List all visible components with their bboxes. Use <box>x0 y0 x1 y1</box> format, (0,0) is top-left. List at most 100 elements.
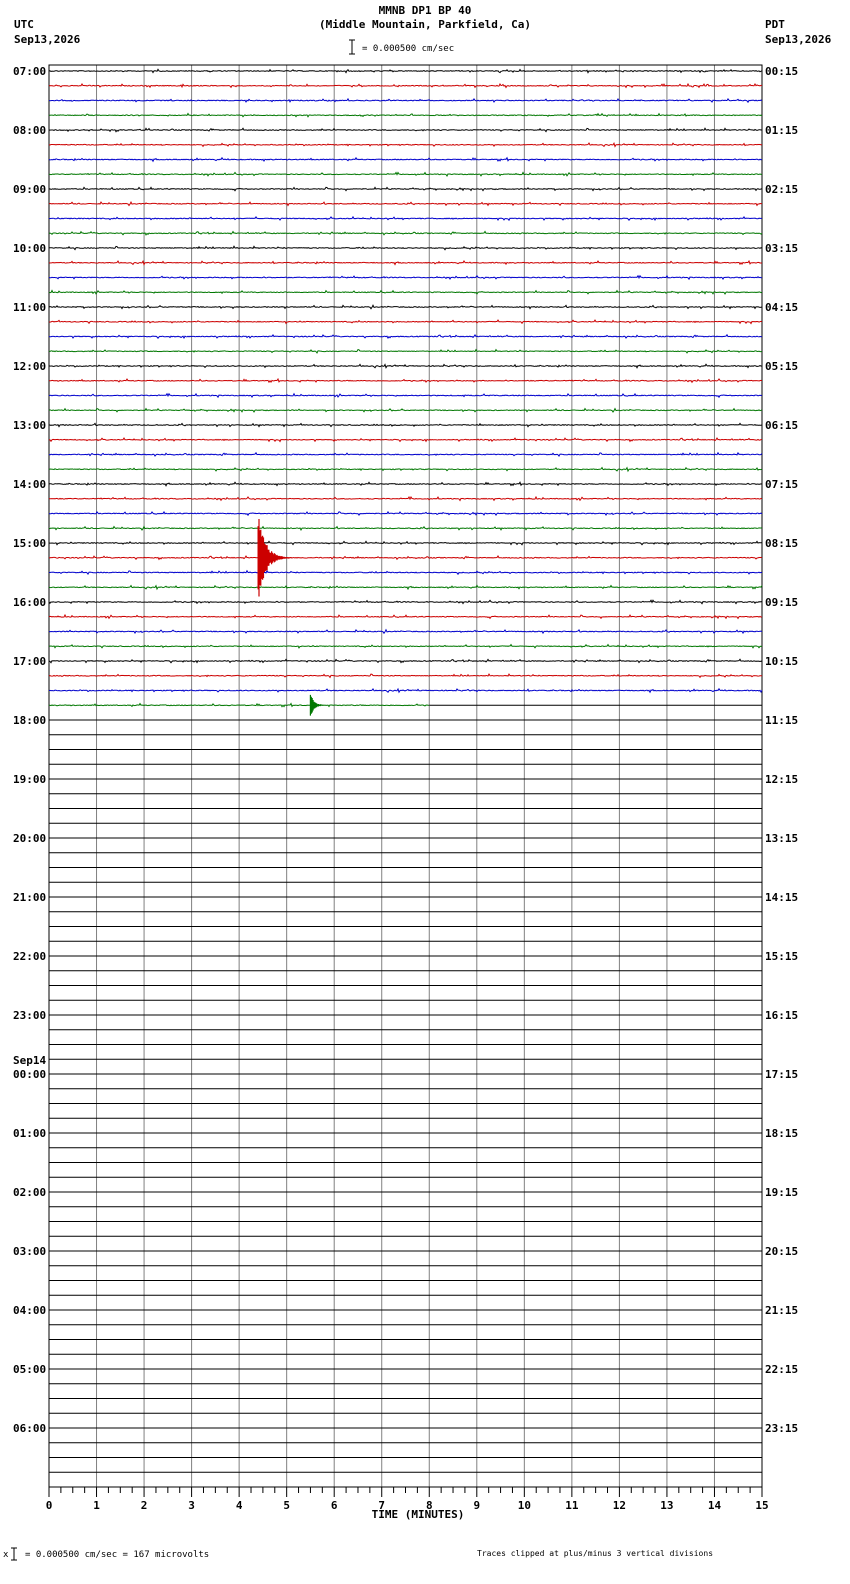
seismic-trace <box>48 673 763 679</box>
pdt-hour-label: 11:15 <box>765 714 798 727</box>
utc-hour-label: 03:00 <box>13 1245 46 1258</box>
x-tick-label: 4 <box>236 1499 243 1512</box>
seismic-trace <box>48 628 763 635</box>
utc-hour-label: 07:00 <box>13 65 46 78</box>
seismic-trace <box>49 569 763 576</box>
pdt-hour-label: 03:15 <box>765 242 798 255</box>
pdt-hour-label: 16:15 <box>765 1009 798 1022</box>
utc-hour-label: 09:00 <box>13 183 46 196</box>
x-tick-label: 14 <box>708 1499 722 1512</box>
utc-hour-label: 04:00 <box>13 1304 46 1317</box>
seismic-trace <box>48 407 763 413</box>
seismic-trace <box>48 613 763 620</box>
utc-hour-label: 23:00 <box>13 1009 46 1022</box>
seismic-trace <box>48 377 763 384</box>
x-tick-label: 15 <box>755 1499 768 1512</box>
seismic-trace <box>48 156 763 163</box>
pdt-hour-label: 07:15 <box>765 478 798 491</box>
seismic-trace <box>48 525 763 531</box>
pdt-hour-label: 21:15 <box>765 1304 798 1317</box>
seismic-trace <box>48 584 763 591</box>
seismic-trace <box>48 451 763 458</box>
seismic-trace <box>48 540 762 546</box>
x-tick-label: 8 <box>426 1499 433 1512</box>
seismic-trace <box>48 495 763 502</box>
x-tick-label: 10 <box>518 1499 531 1512</box>
utc-hour-label: 13:00 <box>13 419 46 432</box>
pdt-hour-label: 14:15 <box>765 891 798 904</box>
seismic-trace <box>48 392 763 399</box>
utc-hour-label: 15:00 <box>13 537 46 550</box>
pdt-hour-label: 00:15 <box>765 65 798 78</box>
x-tick-label: 1 <box>93 1499 100 1512</box>
seismic-trace <box>48 289 763 295</box>
seismic-trace <box>48 319 763 325</box>
seismic-trace <box>48 97 763 104</box>
seismic-trace <box>48 304 763 310</box>
seismic-trace <box>48 599 763 605</box>
x-tick-label: 13 <box>660 1499 673 1512</box>
x-tick-label: 12 <box>613 1499 626 1512</box>
seismic-trace <box>48 687 763 694</box>
footer-scale-bar-icon <box>11 1547 17 1561</box>
pdt-hour-label: 09:15 <box>765 596 798 609</box>
seismic-trace <box>48 200 763 207</box>
utc-hour-label: 22:00 <box>13 950 46 963</box>
utc-hour-label: 08:00 <box>13 124 46 137</box>
utc-hour-label: 17:00 <box>13 655 46 668</box>
seismic-event <box>309 694 327 716</box>
pdt-hour-label: 06:15 <box>765 419 798 432</box>
seismic-trace <box>48 141 763 148</box>
plot-frame <box>48 64 763 1488</box>
utc-hour-label: 05:00 <box>13 1363 46 1376</box>
seismic-trace <box>49 363 763 369</box>
utc-hour-label: 19:00 <box>13 773 46 786</box>
pdt-hour-label: 19:15 <box>765 1186 798 1199</box>
pdt-hour-label: 17:15 <box>765 1068 798 1081</box>
helicorder-plot: 07:00 08:00 09:00 10:00 11:00 12:00 13:00 14:00… <box>11 39 798 1561</box>
scale-bar-icon <box>349 39 355 55</box>
seismic-trace <box>48 171 763 178</box>
pdt-hour-label: 08:15 <box>765 537 798 550</box>
seismic-trace <box>48 274 762 281</box>
utc-hour-label: 20:00 <box>13 832 46 845</box>
utc-hour-label: 10:00 <box>13 242 46 255</box>
x-tick-label: 6 <box>331 1499 338 1512</box>
pdt-hour-label: 04:15 <box>765 301 798 314</box>
seismic-trace <box>48 230 763 236</box>
seismic-trace <box>48 215 763 222</box>
seismic-trace <box>48 245 763 251</box>
pdt-hour-label: 18:15 <box>765 1127 798 1140</box>
date-change-label: Sep14 <box>13 1054 46 1067</box>
seismic-trace <box>49 422 763 428</box>
pdt-hour-label: 20:15 <box>765 1245 798 1258</box>
pdt-hour-label: 23:15 <box>765 1422 798 1435</box>
seismic-trace <box>48 555 763 561</box>
utc-hour-label: 16:00 <box>13 596 46 609</box>
seismic-trace <box>49 112 763 118</box>
pdt-hour-label: 15:15 <box>765 950 798 963</box>
seismic-trace <box>48 437 763 443</box>
seismic-trace <box>48 127 763 133</box>
x-tick-label: 2 <box>141 1499 148 1512</box>
seismic-event <box>257 519 303 597</box>
utc-hour-label: 21:00 <box>13 891 46 904</box>
seismic-trace <box>48 510 763 517</box>
pdt-hour-label: 01:15 <box>765 124 798 137</box>
pdt-hour-label: 12:15 <box>765 773 798 786</box>
seismic-trace <box>48 348 762 354</box>
x-tick-label: 7 <box>378 1499 385 1512</box>
utc-hour-label: 01:00 <box>13 1127 46 1140</box>
pdt-hour-label: 05:15 <box>765 360 798 373</box>
x-tick-label: 0 <box>46 1499 53 1512</box>
seismic-trace <box>48 466 763 473</box>
x-tick-label: 9 <box>473 1499 480 1512</box>
utc-hour-label: 11:00 <box>13 301 46 314</box>
utc-hour-label: 14:00 <box>13 478 46 491</box>
seismic-trace <box>48 68 763 74</box>
seismic-trace <box>48 186 763 192</box>
utc-hour-label: 06:00 <box>13 1422 46 1435</box>
x-tick-label: 11 <box>565 1499 579 1512</box>
pdt-hour-label: 02:15 <box>765 183 798 196</box>
pdt-hour-label: 22:15 <box>765 1363 798 1376</box>
